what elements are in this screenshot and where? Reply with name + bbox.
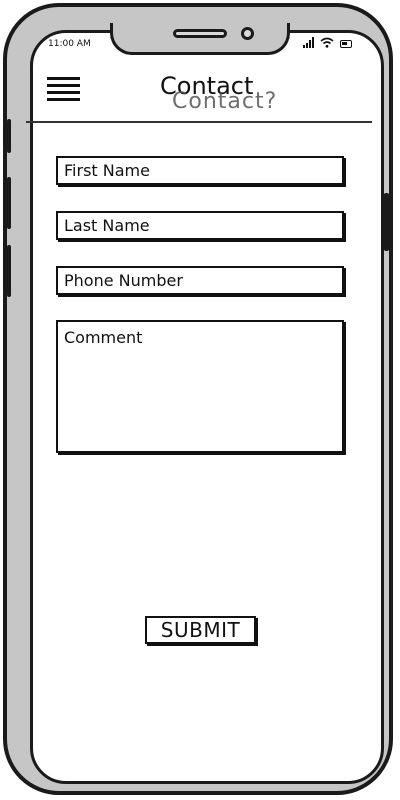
comment-textarea[interactable]: Comment	[56, 320, 344, 453]
phone-number-placeholder: Phone Number	[64, 271, 183, 290]
volume-down-button	[7, 245, 11, 297]
phone-number-field[interactable]: Phone Number	[56, 266, 344, 295]
comment-placeholder: Comment	[64, 328, 143, 347]
first-name-placeholder: First Name	[64, 161, 150, 180]
battery-icon	[340, 40, 352, 48]
last-name-placeholder: Last Name	[64, 216, 150, 235]
volume-up-button	[7, 177, 11, 229]
submit-button[interactable]: SUBMIT	[145, 616, 256, 644]
camera-icon	[241, 27, 254, 40]
first-name-field[interactable]: First Name	[56, 156, 344, 185]
power-button	[384, 193, 389, 251]
wifi-icon	[320, 37, 334, 48]
mute-switch	[7, 119, 11, 153]
page-title-echo: Contact?	[172, 89, 278, 114]
last-name-field[interactable]: Last Name	[56, 211, 344, 240]
notch	[110, 23, 290, 55]
signal-icon	[303, 37, 314, 48]
status-time: 11:00 AM	[48, 39, 91, 49]
header-divider	[26, 121, 372, 123]
hamburger-menu-icon[interactable]	[47, 77, 80, 102]
speaker-icon	[173, 29, 227, 38]
status-icons	[303, 37, 352, 48]
